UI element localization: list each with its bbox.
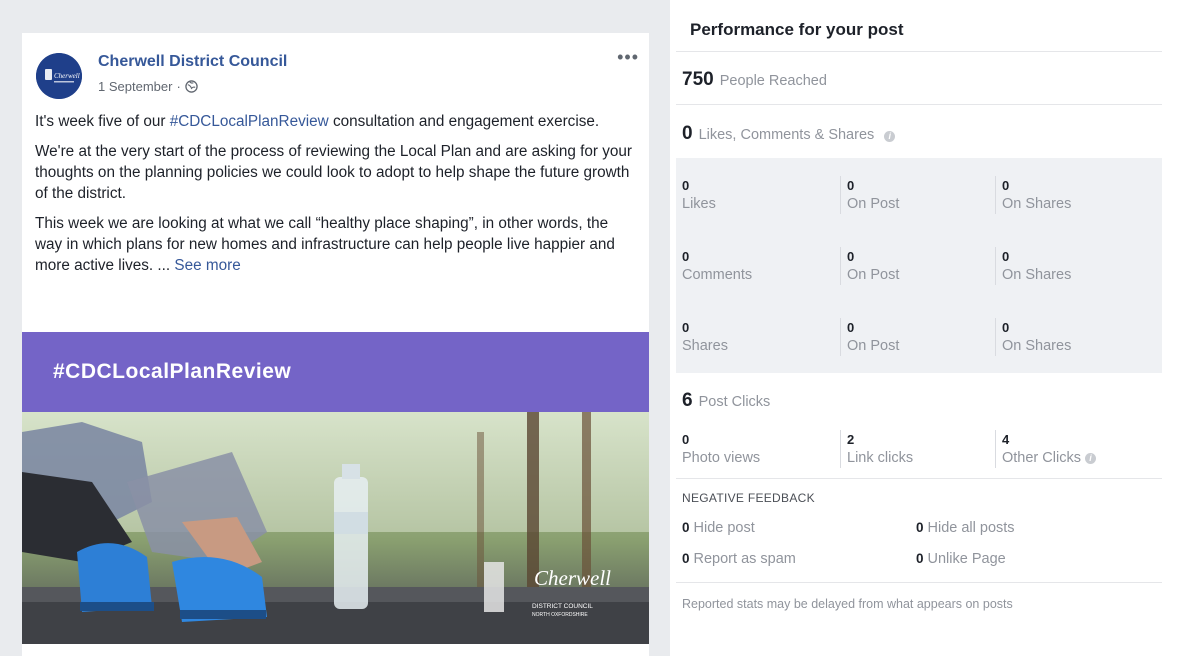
shares-stat: 0 Shares — [682, 320, 728, 354]
meta-separator: · — [176, 79, 181, 94]
link-clicks-stat: 2 Link clicks — [840, 430, 913, 468]
post-card: Cherwell Cherwell District Council 1 Sep… — [22, 33, 649, 656]
photo-views-stat: 0 Photo views — [682, 432, 761, 466]
council-crest-icon — [484, 562, 504, 612]
council-logo-icon: Cherwell — [36, 53, 82, 99]
post-image-banner[interactable]: #CDCLocalPlanReview — [22, 332, 649, 412]
performance-panel: Performance for your post 750 People Rea… — [670, 0, 1192, 656]
cherwell-logo-text: Cherwell — [534, 566, 611, 590]
people-reached[interactable]: 750 People Reached — [682, 69, 827, 91]
hide-post-stat: 0 Hide post — [682, 520, 755, 536]
logo-subtitle-1: DISTRICT COUNCIL — [532, 603, 593, 610]
likes-on-post-stat: 0 On Post — [840, 176, 899, 214]
post-body: It's week five of our #CDCLocalPlanRevie… — [35, 111, 635, 285]
people-reached-label: People Reached — [719, 73, 827, 89]
comments-on-shares-stat: 0 On Shares — [995, 247, 1071, 285]
post-paragraph-3: This week we are looking at what we call… — [35, 215, 615, 274]
divider — [676, 478, 1162, 479]
engagement-value: 0 — [682, 123, 693, 144]
negative-feedback-heading: NEGATIVE FEEDBACK — [682, 491, 815, 505]
shares-on-shares-stat: 0 On Shares — [995, 318, 1071, 356]
logo-subtitle-2: NORTH OXFORDSHIRE — [532, 612, 588, 618]
banner-hashtag: #CDCLocalPlanReview — [53, 360, 292, 383]
shares-on-post-stat: 0 On Post — [840, 318, 899, 356]
panel-title: Performance for your post — [690, 20, 904, 39]
hashtag-link[interactable]: #CDCLocalPlanReview — [170, 113, 329, 130]
globe-icon — [185, 80, 198, 93]
other-clicks-stat: 4 Other Clicks i — [995, 430, 1096, 468]
people-reached-value: 750 — [682, 69, 714, 90]
unlike-page-stat: 0 Unlike Page — [916, 551, 1006, 567]
page-avatar[interactable]: Cherwell — [36, 53, 82, 99]
page-name-link[interactable]: Cherwell District Council — [98, 53, 287, 71]
post-clicks-value: 6 — [682, 390, 693, 411]
post-clicks[interactable]: 6 Post Clicks — [682, 390, 770, 412]
divider — [676, 51, 1162, 52]
stats-footnote: Reported stats may be delayed from what … — [682, 597, 1013, 611]
divider — [676, 582, 1162, 583]
post-date[interactable]: 1 September — [98, 79, 172, 94]
post-photo[interactable]: Cherwell DISTRICT COUNCIL NORTH OXFORDSH… — [22, 412, 649, 644]
post-clicks-label: Post Clicks — [698, 394, 771, 410]
comments-stat: 0 Comments — [682, 249, 753, 283]
engagement-summary[interactable]: 0 Likes, Comments & Shares i — [682, 123, 896, 145]
info-icon[interactable]: i — [884, 131, 896, 142]
likes-on-shares-stat: 0 On Shares — [995, 176, 1071, 214]
divider — [676, 104, 1162, 105]
report-spam-stat: 0 Report as spam — [682, 551, 796, 567]
see-more-link[interactable]: See more — [174, 257, 240, 274]
svg-text:Cherwell: Cherwell — [54, 72, 80, 80]
engagement-label: Likes, Comments & Shares — [698, 127, 875, 143]
hide-all-posts-stat: 0 Hide all posts — [916, 520, 1015, 536]
info-icon[interactable]: i — [1084, 453, 1096, 464]
likes-stat: 0 Likes — [682, 178, 716, 212]
more-options-icon[interactable]: ••• — [617, 47, 639, 68]
comments-on-post-stat: 0 On Post — [840, 247, 899, 285]
post-paragraph-1: It's week five of our #CDCLocalPlanRevie… — [35, 113, 600, 130]
post-meta: 1 September · — [98, 79, 198, 94]
post-paragraph-2: We're at the very start of the process o… — [35, 143, 632, 202]
